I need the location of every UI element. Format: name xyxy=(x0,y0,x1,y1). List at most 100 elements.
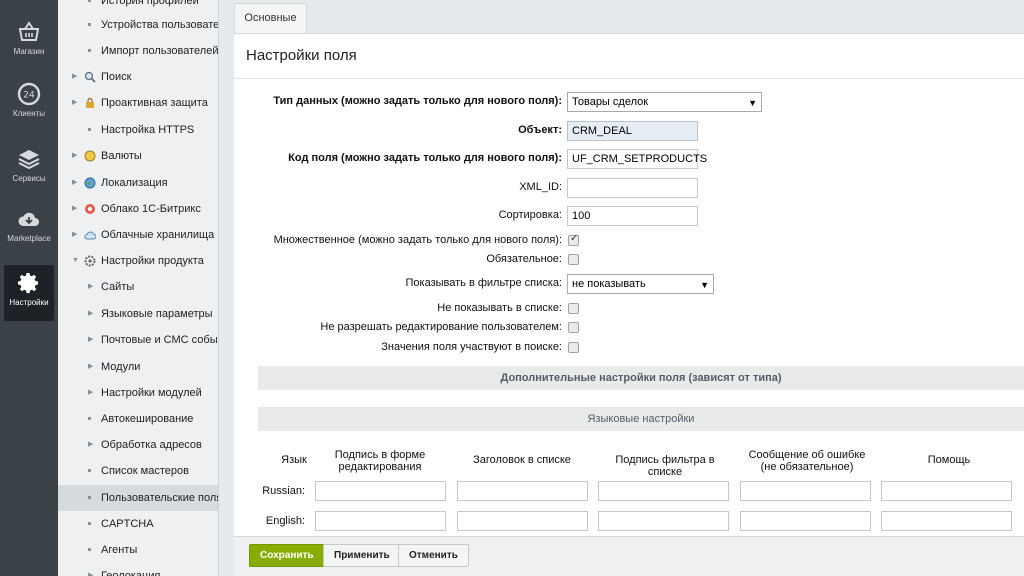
show-filter-select[interactable]: не показывать ▼ xyxy=(567,274,714,294)
list-title-col-header: Заголовок в списке xyxy=(473,454,571,466)
tree-item-proactive[interactable]: ▶ Проактивная защита xyxy=(58,90,218,116)
sort-label: Сортировка: xyxy=(498,209,562,221)
tree-item-wizards[interactable]: Список мастеров xyxy=(58,458,218,484)
tree-item-captcha[interactable]: CAPTCHA xyxy=(58,511,218,537)
expand-arrow-icon[interactable]: ▶ xyxy=(72,170,77,196)
tree-item-label: Настройка HTTPS xyxy=(101,124,195,136)
search-checkbox[interactable] xyxy=(568,342,579,353)
tree-item-user-devices[interactable]: Устройства пользователей xyxy=(58,12,218,38)
clients-24-icon: 24 xyxy=(17,82,41,106)
expand-arrow-icon[interactable]: ▶ xyxy=(88,380,93,406)
ru-edit-caption-input[interactable] xyxy=(315,481,446,501)
tree-item-label: Список мастеров xyxy=(101,465,189,477)
tree-item-product-settings[interactable]: ▼ Настройки продукта xyxy=(58,248,218,274)
tree-item-label: Сайты xyxy=(101,281,135,293)
ru-help-input[interactable] xyxy=(881,481,1012,501)
tree-item-search[interactable]: ▶ Поиск xyxy=(58,64,218,90)
tree-item-user-import[interactable]: Импорт пользователей xyxy=(58,38,218,64)
xml-id-input[interactable] xyxy=(567,178,698,198)
left-nav-panel: Магазин 24 Клиенты Сервисы Marketplace Н… xyxy=(0,0,58,576)
data-type-select[interactable]: Товары сделок ▼ xyxy=(567,92,762,112)
ru-list-title-input[interactable] xyxy=(457,481,588,501)
expand-arrow-icon[interactable]: ▶ xyxy=(88,301,93,327)
expand-arrow-icon[interactable]: ▶ xyxy=(72,222,77,248)
expand-arrow-icon[interactable]: ▶ xyxy=(88,563,93,576)
error-msg-col-header: Сообщение об ошибке (не обязательное) xyxy=(748,449,866,473)
tree-item-label: Валюты xyxy=(101,150,142,162)
tree-item-localization[interactable]: ▶ Локализация xyxy=(58,170,218,196)
no-edit-label: Не разрешать редактирование пользователе… xyxy=(320,321,562,333)
lang-row-english-label: English: xyxy=(265,515,305,527)
settings-tree-menu: История профилей Устройства пользователе… xyxy=(58,0,219,576)
no-edit-checkbox[interactable] xyxy=(568,322,579,333)
tree-item-label: Обработка адресов xyxy=(101,439,202,451)
object-field[interactable]: CRM_DEAL xyxy=(567,121,698,141)
en-help-input[interactable] xyxy=(881,511,1012,531)
tree-item-https[interactable]: Настройка HTTPS xyxy=(58,117,218,143)
tree-item-label: Облачные хранилища xyxy=(101,229,215,241)
en-list-title-input[interactable] xyxy=(457,511,588,531)
en-error-msg-input[interactable] xyxy=(740,511,871,531)
tree-item-lang-params[interactable]: ▶ Языковые параметры xyxy=(58,301,218,327)
tree-item-label: Облако 1С-Битрикс xyxy=(101,203,201,215)
expand-arrow-icon[interactable]: ▶ xyxy=(88,274,93,300)
nav-shop[interactable]: Магазин xyxy=(4,14,54,70)
tree-item-address-processing[interactable]: ▶ Обработка адресов xyxy=(58,432,218,458)
tree-item-label: Модули xyxy=(101,361,141,373)
main-area: Основные Настройки поля Тип данных (можн… xyxy=(234,0,1024,576)
multiple-label: Множественное (можно задать только для н… xyxy=(273,234,562,246)
tree-item-modules[interactable]: ▶ Модули xyxy=(58,354,218,380)
bullet-icon xyxy=(88,128,91,131)
expand-arrow-icon[interactable]: ▶ xyxy=(88,354,93,380)
help-col-header: Помощь xyxy=(927,454,971,466)
bullet-icon xyxy=(88,469,91,472)
required-checkbox[interactable] xyxy=(568,254,579,265)
collapse-arrow-icon[interactable]: ▼ xyxy=(72,248,79,274)
expand-arrow-icon[interactable]: ▶ xyxy=(88,327,93,353)
tree-item-geolocation[interactable]: ▶ Геолокация xyxy=(58,563,218,576)
cancel-button[interactable]: Отменить xyxy=(398,544,469,567)
magnifier-icon xyxy=(84,71,96,83)
tree-item-label: Агенты xyxy=(101,544,138,556)
tree-item-cloud-storage[interactable]: ▶ Облачные хранилища xyxy=(58,222,218,248)
nav-settings[interactable]: Настройки xyxy=(4,265,54,321)
nav-clients-label: Клиенты xyxy=(12,109,46,118)
tree-item-agents[interactable]: Агенты xyxy=(58,537,218,563)
apply-button[interactable]: Применить xyxy=(323,544,401,567)
tree-item-sites[interactable]: ▶ Сайты xyxy=(58,274,218,300)
tree-item-bitrix-cloud[interactable]: ▶ Облако 1С-Битрикс xyxy=(58,196,218,222)
tree-item-user-fields[interactable]: Пользовательские поля xyxy=(58,485,218,511)
ru-error-msg-input[interactable] xyxy=(740,481,871,501)
coin-icon xyxy=(84,150,96,162)
tree-item-currencies[interactable]: ▶ Валюты xyxy=(58,143,218,169)
sort-input[interactable]: 100 xyxy=(567,206,698,226)
tree-item-module-settings[interactable]: ▶ Настройки модулей xyxy=(58,380,218,406)
expand-arrow-icon[interactable]: ▶ xyxy=(72,90,77,116)
hide-in-list-checkbox[interactable] xyxy=(568,303,579,314)
tab-main[interactable]: Основные xyxy=(234,3,307,33)
field-code-label: Код поля (можно задать только для нового… xyxy=(288,152,562,164)
nav-marketplace[interactable]: Marketplace xyxy=(4,201,54,257)
tree-item-label: Настройки продукта xyxy=(101,255,204,267)
expand-arrow-icon[interactable]: ▶ xyxy=(72,143,77,169)
expand-arrow-icon[interactable]: ▶ xyxy=(88,432,93,458)
multiple-checkbox[interactable] xyxy=(568,233,579,246)
lang-row-russian-label: Russian: xyxy=(262,485,305,497)
tree-item-autocache[interactable]: Автокеширование xyxy=(58,406,218,432)
expand-arrow-icon[interactable]: ▶ xyxy=(72,196,77,222)
nav-settings-label: Настройки xyxy=(9,298,49,307)
expand-arrow-icon[interactable]: ▶ xyxy=(72,64,77,90)
save-button[interactable]: Сохранить xyxy=(249,544,325,567)
nav-services[interactable]: Сервисы xyxy=(4,141,54,197)
search-label: Значения поля участвуют в поиске: xyxy=(381,341,562,353)
ru-filter-caption-input[interactable] xyxy=(598,481,729,501)
bullet-icon xyxy=(88,23,91,26)
tree-item-label: Локализация xyxy=(101,177,168,189)
en-filter-caption-input[interactable] xyxy=(598,511,729,531)
tree-item-mail-sms[interactable]: ▶ Почтовые и СМС события xyxy=(58,327,218,353)
show-filter-value: не показывать xyxy=(572,278,646,290)
en-edit-caption-input[interactable] xyxy=(315,511,446,531)
lang-settings-header: Языковые настройки xyxy=(258,407,1024,431)
field-code-input[interactable]: UF_CRM_SETPRODUCTS xyxy=(567,149,707,169)
nav-clients[interactable]: 24 Клиенты xyxy=(4,76,54,132)
